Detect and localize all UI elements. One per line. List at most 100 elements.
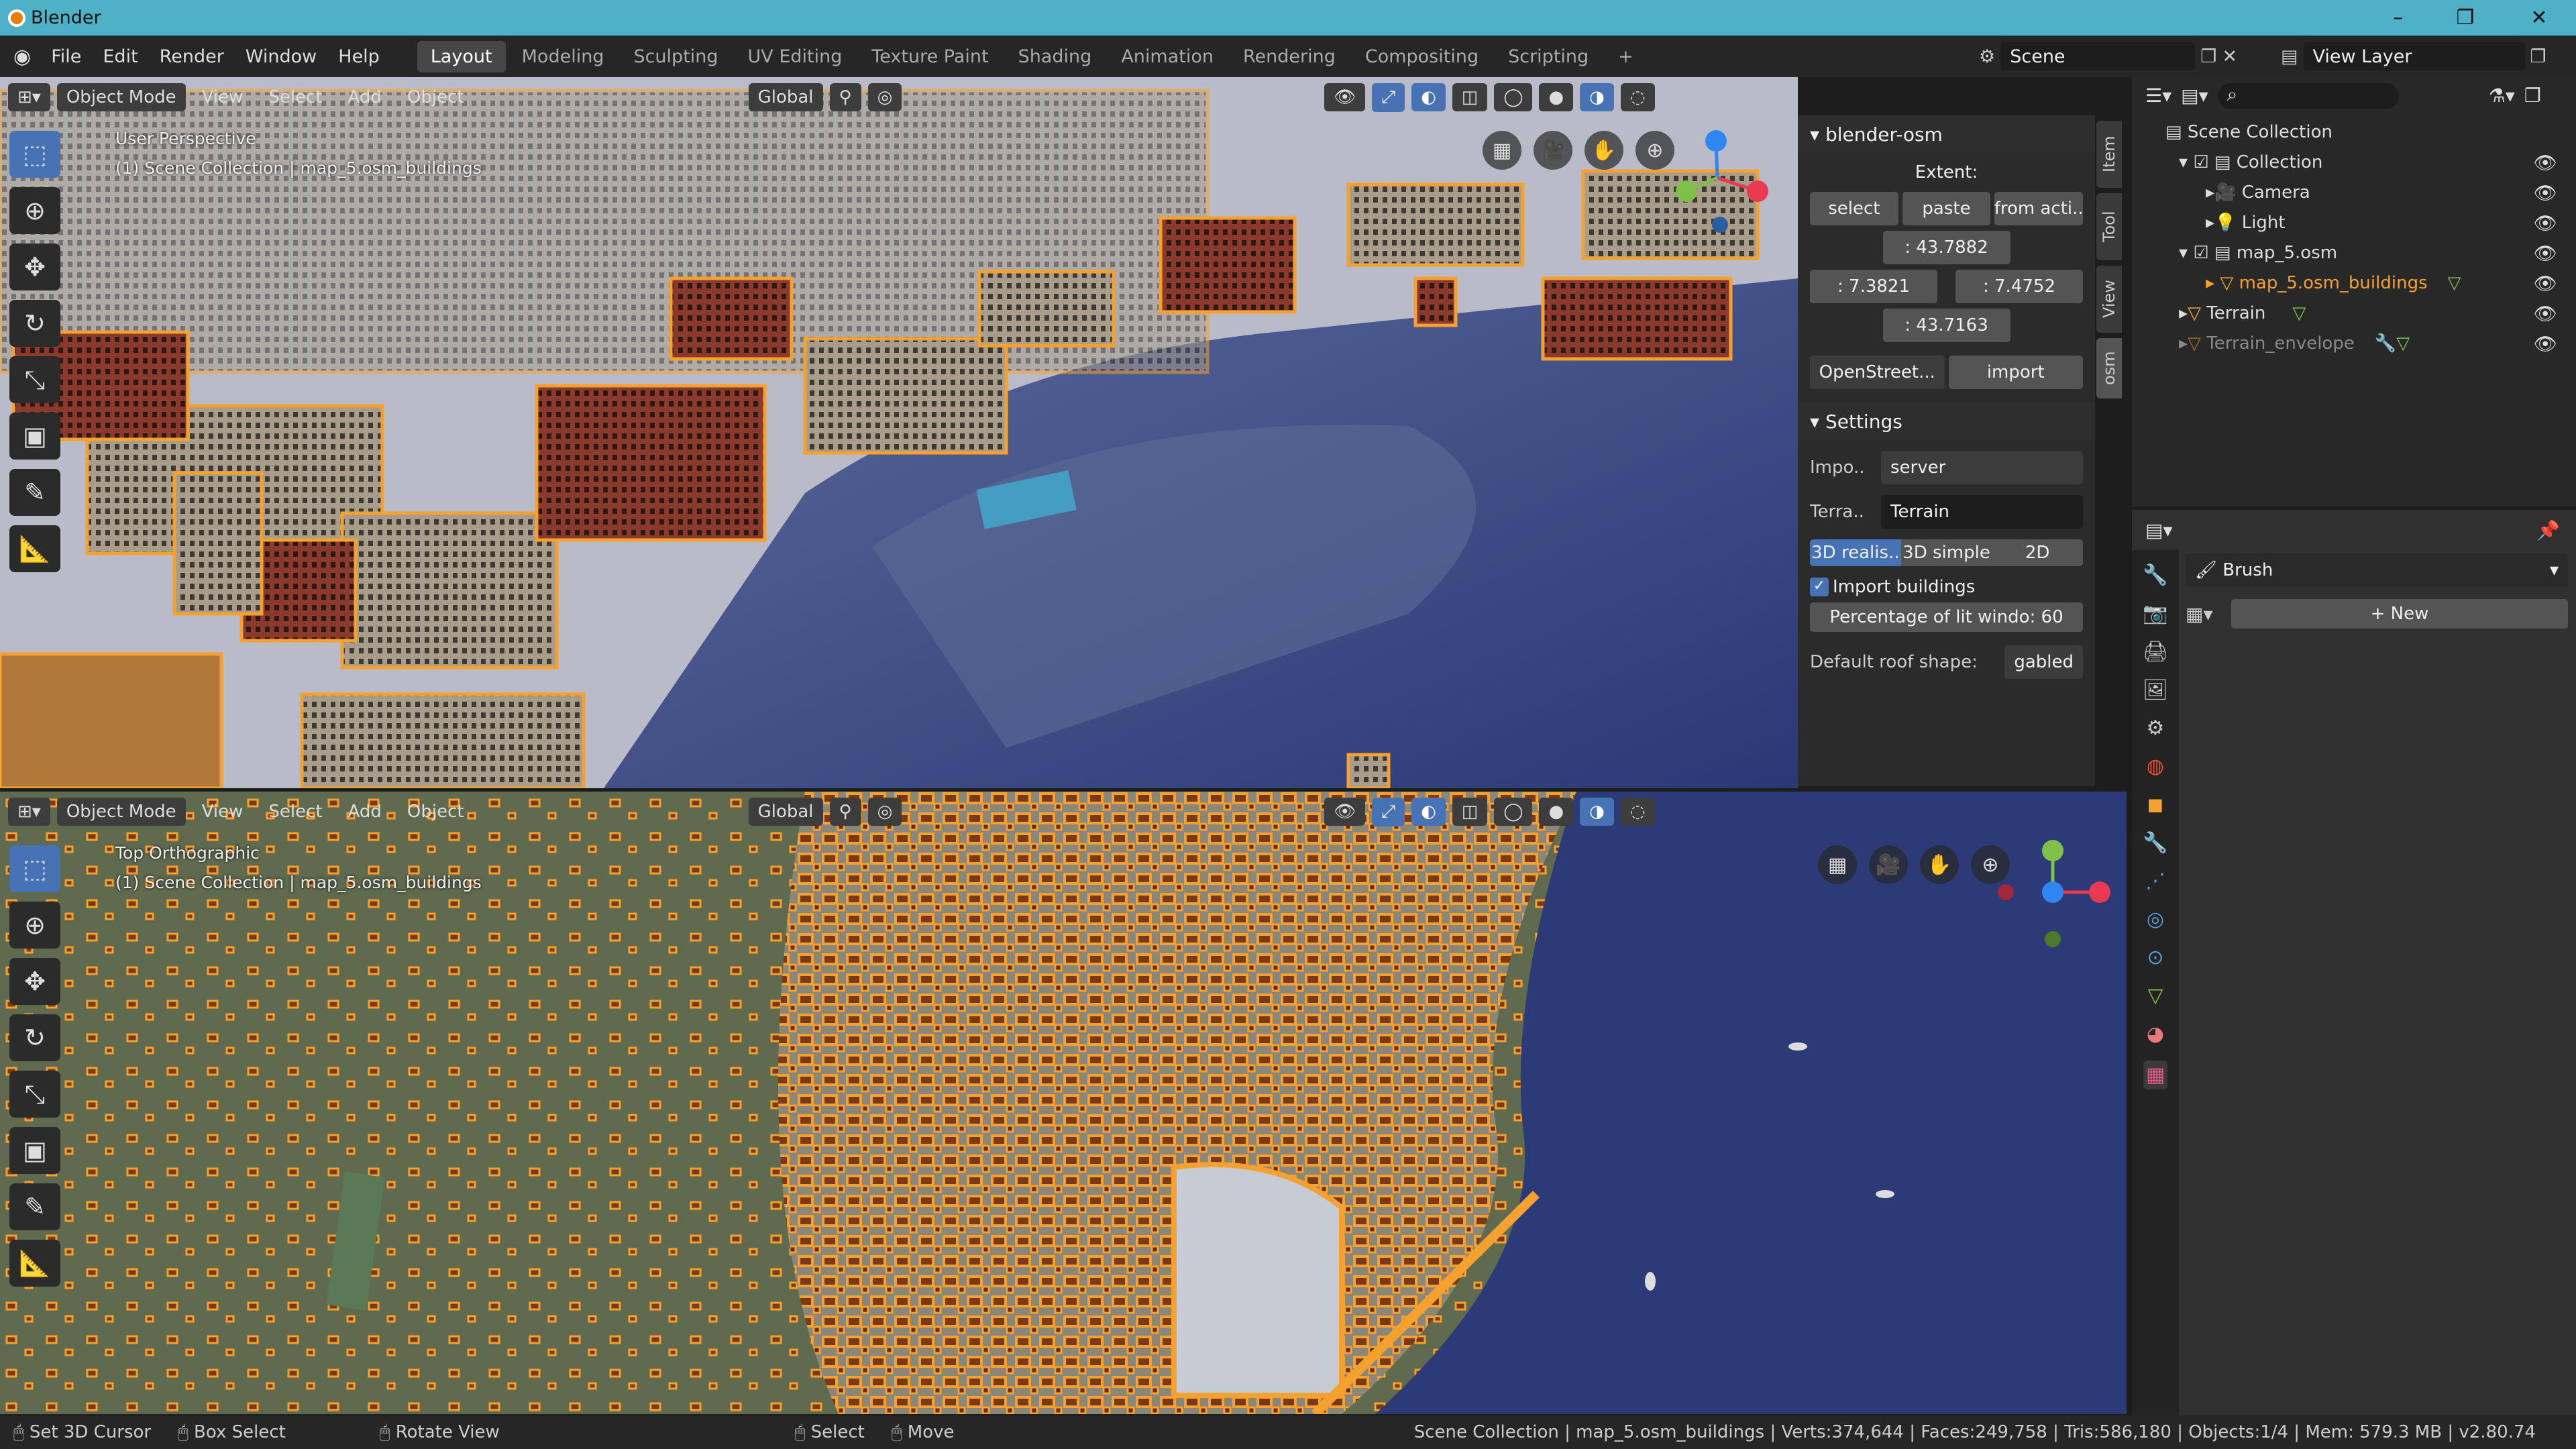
select-box-icon-bottom[interactable]: ⬚ [9, 845, 60, 892]
shading-material-icon-bottom[interactable]: ◑ [1580, 798, 1614, 826]
scale-icon-bottom[interactable]: ⤡ [9, 1071, 60, 1118]
annotate-icon-bottom[interactable]: ✎ [9, 1183, 60, 1230]
menu-object-bottom[interactable]: Object [398, 798, 474, 826]
scene-selector[interactable]: ⚙ Scene ❐ ✕ [1979, 42, 2237, 70]
view-layer-tab-icon[interactable]: 🖼 [2143, 678, 2168, 702]
proportional-edit-icon[interactable]: ◎ [867, 83, 902, 111]
outliner-row-map5-osm[interactable]: ▾ ☑ ▤ map_5.osm 👁 [2132, 238, 2576, 268]
snap-icon-bottom[interactable]: ⚲ [829, 798, 861, 826]
import-from-dropdown[interactable]: server [1881, 451, 2083, 484]
viewport-perspective[interactable]: ⊞▾ Object Mode View Select Add Object Gl… [0, 77, 1798, 788]
visibility-eye-icon[interactable]: 👁 [2533, 303, 2557, 325]
grid-view-icon-bottom[interactable]: ▦ [1818, 845, 1857, 884]
outliner-search-input[interactable]: ⌕ [2217, 83, 2399, 109]
data-icon[interactable]: ▽ [2147, 984, 2163, 1008]
menu-add-bottom[interactable]: Add [339, 798, 391, 826]
transform-icon[interactable]: ▣ [9, 413, 60, 460]
outliner-row-camera[interactable]: ▸ 🎥 Camera 👁 [2132, 178, 2576, 207]
menu-view-bottom[interactable]: View [193, 798, 253, 826]
panel-header-blender-osm[interactable]: ▾ blender-osm [1798, 115, 2095, 153]
tab-item[interactable]: Item [2096, 121, 2122, 188]
move-icon[interactable]: ✥ [9, 244, 60, 290]
axis-gizmo-bottom[interactable] [1986, 839, 2113, 959]
menu-select-bottom[interactable]: Select [259, 798, 331, 826]
pan-hand-icon[interactable]: ✋ [1585, 131, 1623, 170]
overlay-toggle-icon[interactable]: ◐ [1411, 83, 1446, 111]
transform-icon-bottom[interactable]: ▣ [9, 1127, 60, 1174]
south-field[interactable]: : 43.7163 [1882, 309, 2010, 342]
editor-type-icon-bottom[interactable]: ⊞▾ [8, 798, 50, 826]
measure-icon-bottom[interactable]: 📐 [9, 1240, 60, 1287]
tab-uv-editing[interactable]: UV Editing [735, 41, 856, 72]
display-mode-icon[interactable]: ▤▾ [2181, 85, 2208, 107]
visibility-eye-icon[interactable]: 👁 [2533, 333, 2557, 355]
tab-layout[interactable]: Layout [417, 40, 506, 72]
visibility-eye-icon[interactable]: 👁 [2533, 212, 2557, 234]
scene-tab-icon[interactable]: ⚙ [2147, 716, 2165, 740]
tab-tool[interactable]: Tool [2096, 193, 2122, 260]
menu-select[interactable]: Select [259, 83, 331, 111]
texture-icon[interactable]: ▦ [2143, 1061, 2168, 1089]
tab-texture-paint[interactable]: Texture Paint [858, 41, 1002, 72]
paste-button[interactable]: paste [1902, 192, 1991, 225]
menu-window[interactable]: Window [235, 46, 327, 67]
texture-browse-icon[interactable]: ▦▾ [2186, 603, 2226, 625]
move-icon-bottom[interactable]: ✥ [9, 958, 60, 1005]
tab-osm[interactable]: osm [2096, 338, 2122, 398]
visibility-eye-icon[interactable]: 👁 [2533, 182, 2557, 204]
select-button[interactable]: select [1810, 192, 1898, 225]
outliner-row-terrain[interactable]: ▸ ▽ Terrain ▽ 👁 [2132, 299, 2576, 328]
shading-wire-icon[interactable]: ◯ [1494, 83, 1533, 111]
transform-orientation-bottom[interactable]: Global [748, 798, 823, 826]
menu-help[interactable]: Help [327, 46, 390, 67]
remove-scene-icon[interactable]: ✕ [2222, 46, 2237, 67]
shading-solid-icon[interactable]: ● [1539, 83, 1574, 111]
pin-icon[interactable]: 📌 [2536, 519, 2560, 541]
tab-rendering[interactable]: Rendering [1230, 41, 1349, 72]
menu-file[interactable]: File [40, 46, 92, 67]
shading-solid-icon-bottom[interactable]: ● [1539, 798, 1574, 826]
view-layer-name[interactable]: View Layer [2303, 42, 2525, 70]
tab-sculpting[interactable]: Sculpting [620, 41, 731, 72]
axis-gizmo[interactable] [1664, 117, 1784, 238]
outliner-root[interactable]: ▤ Scene Collection [2132, 117, 2576, 147]
minimize-button[interactable]: – [2361, 0, 2435, 36]
outliner-row-map5-buildings[interactable]: ▸ ▽ map_5.osm_buildings ▽ 👁 [2132, 268, 2576, 298]
east-field[interactable]: : 7.4752 [1955, 270, 2083, 303]
filter-icon[interactable]: ⚗▾ [2489, 85, 2515, 107]
properties-editor-icon[interactable]: ▤▾ [2145, 519, 2173, 541]
add-workspace-button[interactable]: + [1605, 41, 1647, 72]
menu-add[interactable]: Add [339, 83, 391, 111]
import-button[interactable]: import [1948, 356, 2083, 389]
gizmo-toggle-icon-bottom[interactable]: ⤢ [1372, 797, 1405, 826]
visibility-eye-icon[interactable]: 👁 [2533, 272, 2557, 294]
new-collection-icon[interactable]: ❐ [2524, 85, 2541, 107]
view-layer-selector[interactable]: ▤ View Layer ❐ [2281, 42, 2546, 70]
world-icon[interactable]: ◍ [2147, 755, 2164, 778]
menu-edit[interactable]: Edit [92, 46, 148, 67]
xray-icon-bottom[interactable]: ◫ [1452, 798, 1488, 826]
outliner-row-collection[interactable]: ▾ ☑ ▤ Collection 👁 [2132, 148, 2576, 177]
west-field[interactable]: : 7.3821 [1810, 270, 1937, 303]
menu-render[interactable]: Render [149, 46, 235, 67]
modifier-icon[interactable]: 🔧 [2143, 831, 2167, 855]
visibility-icon[interactable]: 👁 [1324, 83, 1366, 111]
tab-compositing[interactable]: Compositing [1352, 41, 1492, 72]
settings-header[interactable]: ▾ Settings [1798, 402, 2095, 440]
transform-orientation[interactable]: Global [748, 83, 823, 111]
cursor-icon[interactable]: ⊕ [9, 187, 60, 234]
import-buildings-checkbox[interactable]: ✓ [1810, 578, 1829, 596]
restore-button[interactable]: ❐ [2428, 0, 2502, 36]
shading-render-icon-bottom[interactable]: ◌ [1620, 798, 1655, 826]
tool-settings-icon[interactable]: 🔧 [2143, 564, 2167, 587]
proportional-edit-icon-bottom[interactable]: ◎ [867, 798, 902, 826]
annotate-icon[interactable]: ✎ [9, 469, 60, 516]
source-dropdown[interactable]: OpenStreet... [1810, 356, 1945, 389]
new-scene-icon[interactable]: ❐ [2200, 46, 2216, 67]
render-icon[interactable]: 📷 [2143, 602, 2167, 625]
constraints-icon[interactable]: ⊙ [2147, 946, 2163, 969]
mode-selector[interactable]: Object Mode [56, 83, 186, 111]
lit-windows-slider[interactable]: Percentage of lit windo: 60 [1810, 602, 2083, 632]
pan-hand-icon-bottom[interactable]: ✋ [1920, 845, 1959, 884]
grid-view-icon[interactable]: ▦ [1483, 131, 1521, 170]
